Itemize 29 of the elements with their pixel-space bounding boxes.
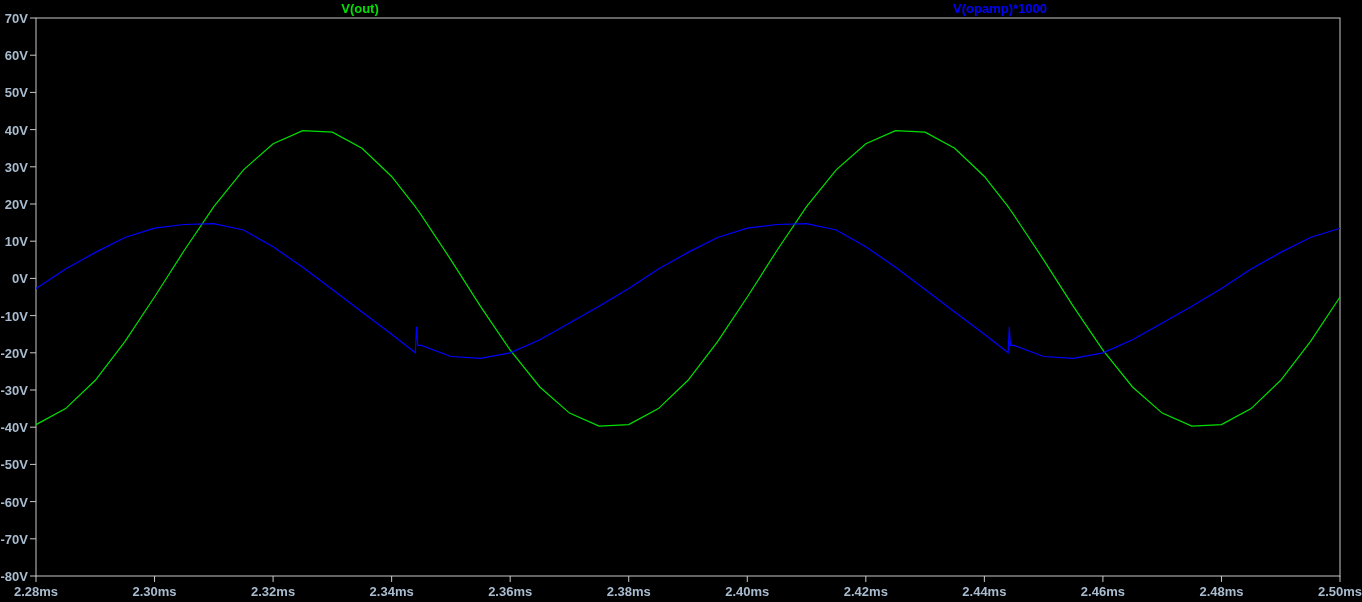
x-tick-label: 2.30ms (132, 584, 177, 599)
y-tick-label: -20V (0, 345, 28, 361)
y-tick-label: 20V (4, 197, 28, 212)
y-tick-label: 50V (4, 85, 28, 101)
y-tick-label: -70V (0, 531, 28, 547)
x-tick-label: 2.42ms (843, 584, 888, 599)
y-tick-label: -30V (0, 383, 28, 398)
y-tick-label: 60V (4, 48, 28, 64)
y-tick-label: -60V (0, 494, 28, 510)
y-tick-label: -10V (0, 308, 28, 324)
y-tick-label: 70V (4, 11, 28, 26)
y-tick-label: 10V (4, 234, 28, 250)
x-tick-label: 2.44ms (962, 584, 1007, 599)
y-tick-label: -50V (0, 457, 28, 473)
x-tick-label: 2.28ms (13, 584, 59, 599)
x-tick-label: 2.50ms (1317, 584, 1362, 599)
x-tick-label: 2.34ms (369, 584, 414, 599)
x-tick-label: 2.46ms (1080, 584, 1125, 599)
x-tick-label: 2.38ms (606, 584, 651, 599)
y-tick-label: -80V (0, 569, 28, 584)
x-tick-label: 2.36ms (488, 584, 533, 599)
y-tick-label: 30V (4, 159, 28, 175)
y-tick-label: -40V (0, 420, 28, 436)
x-tick-label: 2.32ms (251, 584, 296, 599)
y-tick-label: 0V (12, 271, 28, 287)
x-tick-label: 2.48ms (1199, 584, 1244, 599)
trace-label[interactable]: V(out) (341, 1, 379, 16)
y-tick-label: 40V (4, 122, 28, 138)
x-tick-label: 2.40ms (725, 584, 770, 599)
